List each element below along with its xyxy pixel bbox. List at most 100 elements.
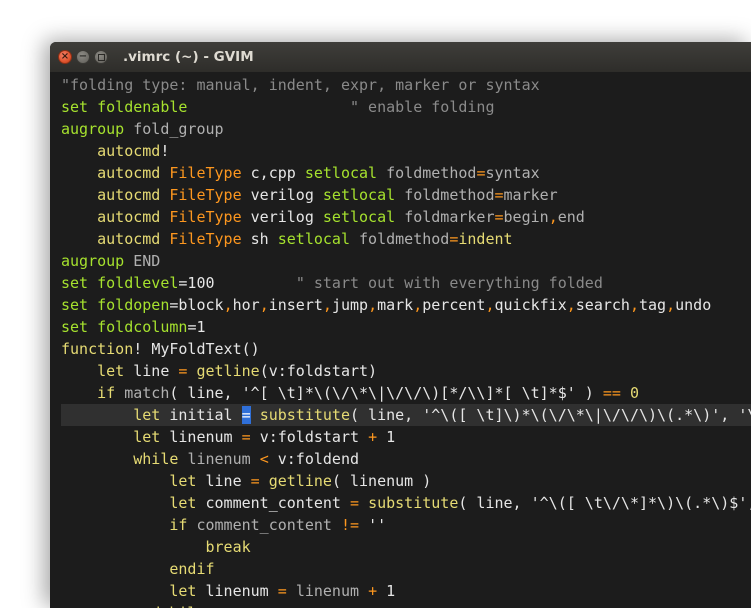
code-line[interactable]: function! MyFoldText(): [61, 338, 260, 360]
code-token: let: [133, 428, 170, 446]
code-line[interactable]: autocmd FileType sh setlocal foldmethod=…: [61, 228, 513, 250]
code-token: comment_content: [196, 516, 341, 534]
code-token: =: [350, 494, 369, 512]
close-icon[interactable]: ×: [58, 50, 72, 64]
code-token: comment_content: [205, 494, 350, 512]
code-line[interactable]: set foldenable " enable folding: [61, 96, 495, 118]
code-token: =: [494, 186, 504, 204]
code-line[interactable]: set foldcolumn=1: [61, 316, 206, 338]
code-token: end: [557, 208, 585, 226]
code-token: insert: [268, 296, 323, 314]
code-token: v:foldend: [277, 450, 360, 468]
code-token: linenum: [187, 450, 260, 468]
code-token: !: [160, 142, 170, 160]
code-token: =100: [178, 274, 215, 292]
code-line[interactable]: while linenum < v:foldend: [61, 448, 359, 470]
code-token: setlocal: [304, 164, 387, 182]
code-line[interactable]: let linenum = v:foldstart + 1: [61, 426, 395, 448]
code-line[interactable]: if comment_content != '': [61, 514, 386, 536]
code-token: autocmd: [97, 164, 170, 182]
code-token: indent: [458, 230, 513, 248]
code-token: linenum: [205, 582, 278, 600]
editor-buffer[interactable]: "folding type: manual, indent, expr, mar…: [50, 72, 751, 608]
minimize-icon[interactable]: −: [76, 50, 90, 64]
code-line[interactable]: let line = getline( linenum ): [61, 470, 431, 492]
code-line[interactable]: "folding type: manual, indent, expr, mar…: [61, 74, 540, 96]
code-token: '': [368, 516, 387, 534]
code-line[interactable]: let comment_content = substitute( line, …: [61, 492, 751, 514]
title-bar[interactable]: × − .vimrc (~) - GVIM: [50, 42, 751, 72]
code-line[interactable]: break: [61, 536, 251, 558]
code-token: ,: [259, 296, 269, 314]
code-token: FileType: [169, 186, 251, 204]
code-token: let: [169, 494, 206, 512]
code-token: set: [61, 274, 98, 292]
code-token: 1: [386, 428, 396, 446]
code-token: verilog: [250, 208, 323, 226]
code-token: mark: [377, 296, 414, 314]
code-token: =: [250, 472, 269, 490]
code-token: hor: [232, 296, 260, 314]
code-token: function: [61, 340, 134, 358]
code-token: ,: [666, 296, 676, 314]
code-token: substitute: [368, 494, 459, 512]
code-line[interactable]: set foldlevel=100 " start out with every…: [61, 272, 603, 294]
code-line[interactable]: endif: [61, 558, 214, 580]
code-token: =: [277, 582, 296, 600]
code-line[interactable]: let line = getline(v:foldstart): [61, 360, 377, 382]
code-line[interactable]: augroup fold_group: [61, 118, 224, 140]
code-token: let: [133, 406, 170, 424]
code-token: ( linenum ): [331, 472, 432, 490]
code-token: getline: [268, 472, 332, 490]
code-token: autocmd: [97, 208, 170, 226]
code-line[interactable]: let initial = substitute( line, '^\([ \t…: [61, 404, 751, 426]
code-token: foldcolumn: [97, 318, 188, 336]
code-token: fold_group: [133, 120, 224, 138]
code-line[interactable]: set foldopen=block,hor,insert,jump,mark,…: [61, 294, 711, 316]
code-token: ,: [223, 296, 233, 314]
code-line[interactable]: autocmd FileType verilog setlocal foldme…: [61, 184, 558, 206]
code-token: ,: [566, 296, 576, 314]
maximize-icon[interactable]: [94, 50, 108, 64]
code-line[interactable]: augroup END: [61, 250, 160, 272]
code-token: FileType: [169, 230, 251, 248]
code-token: ( line, '^\([ \t]\)*\(\/\*\|\/\/\)\(.*\)…: [350, 406, 751, 424]
code-token: FileType: [169, 164, 251, 182]
code-token: augroup: [61, 252, 134, 270]
code-line[interactable]: autocmd FileType c,cpp setlocal foldmeth…: [61, 162, 540, 184]
code-token: percent: [422, 296, 486, 314]
code-token: setlocal: [277, 230, 360, 248]
code-token: let: [169, 582, 206, 600]
code-line[interactable]: endwhile: [61, 602, 205, 608]
code-line[interactable]: autocmd FileType verilog setlocal foldma…: [61, 206, 585, 228]
code-token: autocmd: [97, 142, 161, 160]
code-line[interactable]: if match( line, '^[ \t]*\(\/\*\|\/\/\)[*…: [61, 382, 639, 404]
code-token: linenum: [169, 428, 242, 446]
code-token: !=: [340, 516, 369, 534]
code-token: 0: [629, 384, 639, 402]
code-token: ( line, '^[ \t]*\(\/\*\|\/\/\)[*/\\]*[ \…: [169, 384, 603, 402]
code-token: set: [61, 296, 98, 314]
code-token: syntax: [485, 164, 540, 182]
code-token: foldmethod: [404, 186, 495, 204]
code-token: c,cpp: [250, 164, 305, 182]
code-line[interactable]: let linenum = linenum + 1: [61, 580, 395, 602]
code-line[interactable]: autocmd!: [61, 140, 169, 162]
code-token: line: [133, 362, 179, 380]
text-cursor: =: [241, 406, 251, 424]
code-token: foldenable: [97, 98, 188, 116]
code-token: foldmarker: [404, 208, 495, 226]
code-token: foldmethod: [359, 230, 450, 248]
code-token: ==: [602, 384, 630, 402]
